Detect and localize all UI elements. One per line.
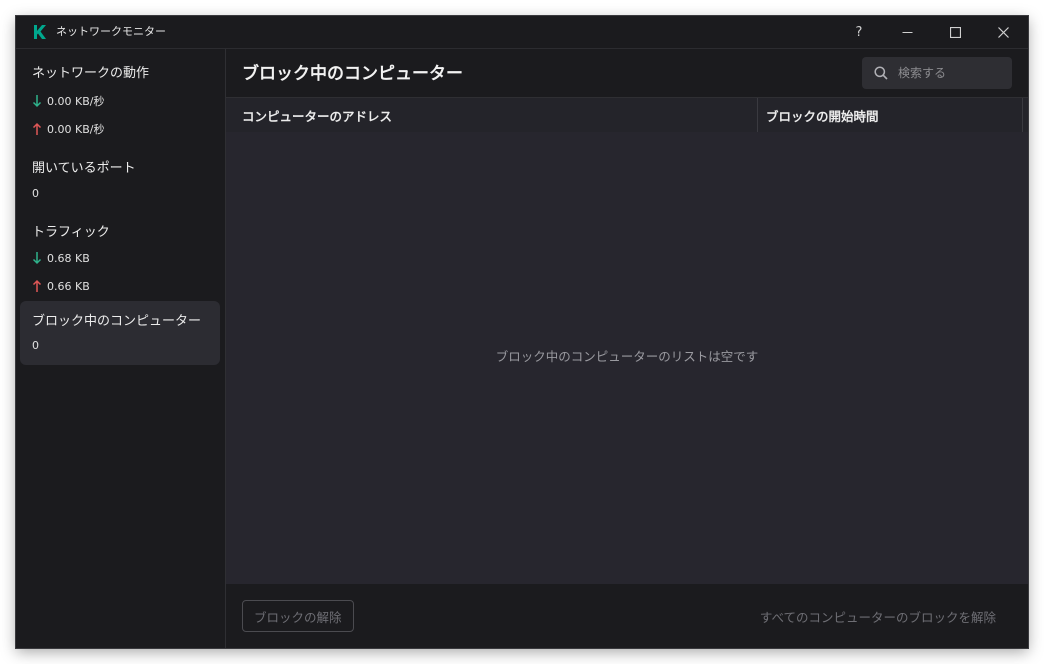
footer: ブロックの解除 すべてのコンピューターのブロックを解除 [226, 584, 1028, 648]
sidebar-item-label: ブロック中のコンピューター [32, 314, 202, 329]
table-header: コンピューターのアドレス ブロックの開始時間 [226, 97, 1028, 133]
traffic-upload: 0.66 KB [32, 279, 90, 293]
arrow-down-icon [32, 252, 42, 265]
maximize-button[interactable] [932, 16, 978, 48]
network-monitor-window: ネットワークモニター ? ネットワークの動作 0.00 KB/秒 0.00 KB… [16, 16, 1028, 648]
unblock-all-button[interactable]: すべてのコンピューターのブロックを解除 [760, 600, 996, 632]
search-box[interactable] [862, 57, 1012, 89]
minimize-button[interactable] [884, 16, 930, 48]
maximize-icon [949, 26, 961, 38]
download-rate: 0.00 KB/秒 [32, 93, 104, 109]
blocked-computers-count: 0 [32, 339, 39, 352]
upload-rate: 0.00 KB/秒 [32, 121, 104, 137]
column-header-address[interactable]: コンピューターのアドレス [242, 98, 392, 132]
traffic-download-value: 0.68 KB [47, 251, 90, 265]
main-panel: ブロック中のコンピューター コンピューターのアドレス ブロックの開始時間 ブロッ… [226, 49, 1028, 648]
search-icon [874, 66, 888, 80]
arrow-up-icon [32, 122, 42, 135]
upload-rate-value: 0.00 KB/秒 [47, 123, 105, 136]
arrow-up-icon [32, 279, 42, 292]
sidebar: ネットワークの動作 0.00 KB/秒 0.00 KB/秒 開いているポート 0… [16, 49, 226, 648]
kaspersky-logo-icon [34, 25, 46, 39]
sidebar-item-label: 開いているポート [32, 161, 136, 176]
window-title: ネットワークモニター [56, 25, 166, 38]
column-divider[interactable] [757, 98, 758, 132]
traffic-upload-value: 0.66 KB [47, 279, 90, 293]
sidebar-item-network-activity[interactable]: ネットワークの動作 0.00 KB/秒 0.00 KB/秒 [20, 53, 220, 141]
search-input[interactable] [896, 65, 1000, 81]
arrow-down-icon [32, 95, 42, 108]
help-button[interactable]: ? [836, 16, 882, 48]
sidebar-item-label: トラフィック [32, 225, 110, 240]
table-body: ブロック中のコンピューターのリストは空です [226, 132, 1028, 584]
help-icon: ? [855, 24, 863, 40]
download-rate-value: 0.00 KB/秒 [47, 95, 105, 108]
sidebar-item-blocked-computers[interactable]: ブロック中のコンピューター 0 [20, 301, 220, 365]
minimize-icon [902, 31, 912, 33]
traffic-download: 0.68 KB [32, 251, 90, 265]
column-header-block-start[interactable]: ブロックの開始時間 [766, 98, 879, 132]
sidebar-item-traffic[interactable]: トラフィック 0.68 KB 0.66 KB [20, 213, 220, 301]
close-button[interactable] [980, 16, 1026, 48]
open-ports-count: 0 [32, 187, 39, 200]
sidebar-item-label: ネットワークの動作 [32, 66, 150, 81]
page-title: ブロック中のコンピューター [242, 64, 463, 84]
unblock-button[interactable]: ブロックの解除 [242, 600, 354, 632]
title-bar: ネットワークモニター ? [16, 16, 1028, 49]
sidebar-item-open-ports[interactable]: 開いているポート 0 [20, 149, 220, 207]
empty-list-message: ブロック中のコンピューターのリストは空です [495, 349, 759, 364]
close-icon [997, 26, 1009, 38]
column-divider[interactable] [1022, 98, 1023, 132]
